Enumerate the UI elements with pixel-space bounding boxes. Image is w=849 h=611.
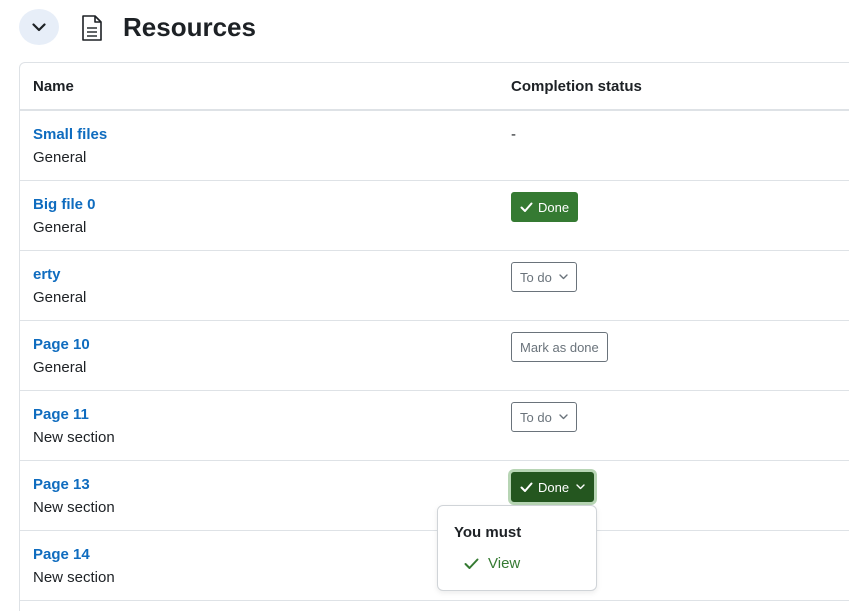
table-row: Page 10 General Mark as done (20, 321, 849, 391)
check-icon (520, 482, 533, 492)
table-header: Name Completion status (20, 63, 849, 111)
chevron-down-icon (559, 274, 568, 280)
todo-dropdown[interactable]: To do (511, 262, 577, 292)
column-header-name: Name (33, 78, 74, 95)
resources-table: Name Completion status Small files Gener… (19, 62, 849, 611)
todo-dropdown[interactable]: To do (511, 402, 577, 432)
resource-link[interactable]: Page 13 (33, 476, 90, 493)
completion-none: - (511, 126, 516, 143)
table-row: Small files General - (20, 111, 849, 181)
todo-label: To do (520, 269, 552, 285)
mark-as-done-button[interactable]: Mark as done (511, 332, 608, 362)
resource-link[interactable]: Page 10 (33, 336, 90, 353)
requirement-label: View (488, 555, 521, 572)
collapse-section-button[interactable] (19, 9, 59, 45)
section-header (19, 9, 59, 45)
section-name: New section (33, 499, 115, 516)
resource-link[interactable]: Page 14 (33, 546, 90, 563)
resource-link[interactable]: Small files (33, 126, 107, 143)
todo-label: To do (520, 409, 552, 425)
section-name: General (33, 219, 87, 236)
table-row: Page 11 New section To do (20, 391, 849, 461)
column-header-completion: Completion status (511, 78, 642, 95)
check-icon (464, 558, 479, 569)
table-row: erty General To do (20, 251, 849, 321)
section-name: New section (33, 569, 115, 586)
document-icon (82, 15, 102, 41)
done-dropdown[interactable]: Done (511, 472, 595, 502)
section-name: New section (33, 429, 115, 446)
chevron-down-icon (559, 414, 568, 420)
section-name: General (33, 149, 87, 166)
done-label: Done (538, 479, 570, 495)
completion-popover: You must View (437, 505, 597, 591)
done-label: Done (538, 199, 570, 215)
chevron-down-icon (32, 22, 46, 31)
page-title: Resources (123, 12, 256, 42)
table-row: Big file 0 General Done (20, 181, 849, 251)
resource-link[interactable]: Big file 0 (33, 196, 96, 213)
requirement-item: View (464, 555, 520, 572)
popover-title: You must (454, 524, 522, 541)
done-badge[interactable]: Done (511, 192, 579, 222)
course-index-page: Resources Name Completion status Small f… (0, 0, 849, 611)
table-row: Page 14 New section (20, 531, 849, 601)
resource-link[interactable]: erty (33, 266, 61, 283)
check-icon (520, 202, 533, 212)
resource-link[interactable]: Page 11 (33, 406, 89, 423)
chevron-down-icon (576, 484, 585, 490)
section-name: General (33, 289, 87, 306)
table-row: Page 13 New section Done (20, 461, 849, 531)
section-name: General (33, 359, 87, 376)
